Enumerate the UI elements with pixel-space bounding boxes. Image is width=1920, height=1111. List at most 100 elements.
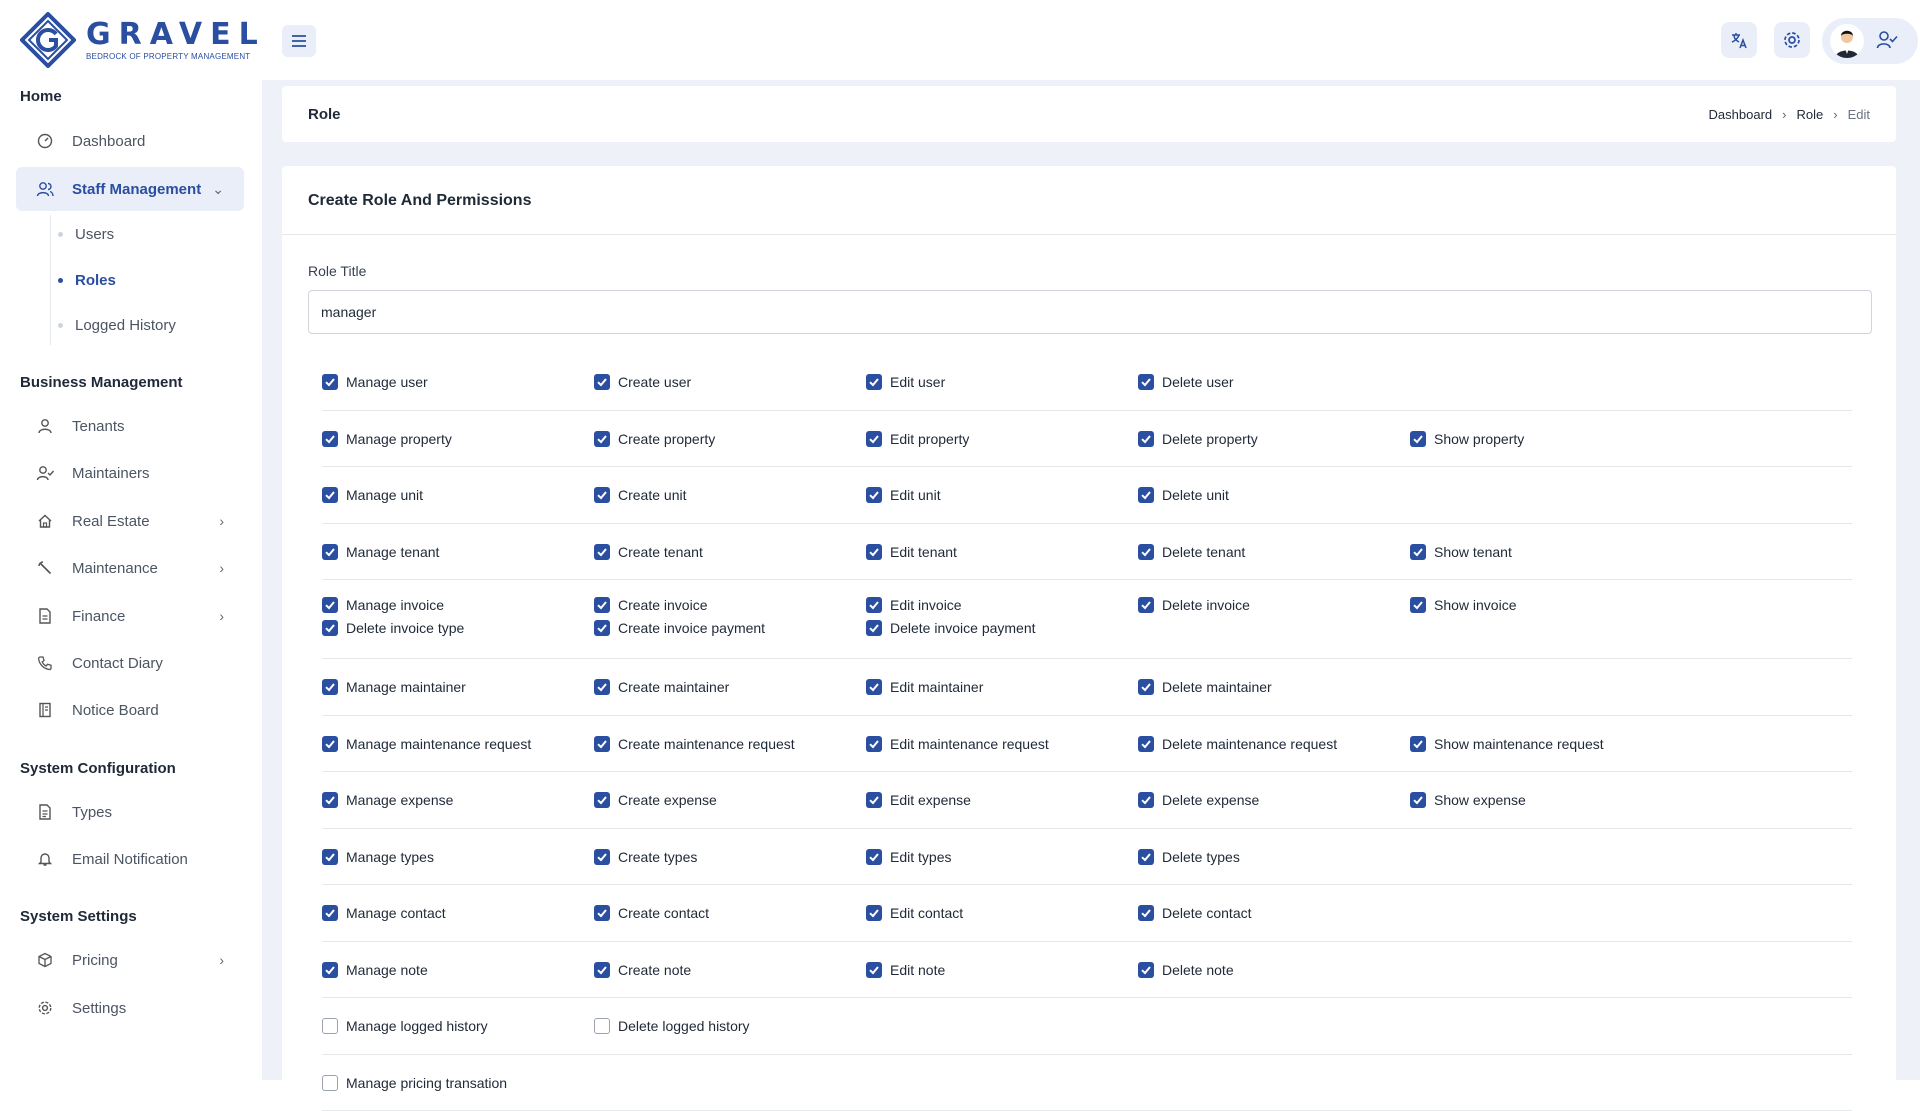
nav-maintenance[interactable]: Maintenance › — [16, 546, 244, 590]
permission-label: Delete invoice type — [346, 620, 464, 636]
permission-label: Delete types — [1162, 849, 1240, 865]
permission-checkbox[interactable]: Edit maintainer — [866, 679, 983, 695]
permission-checkbox[interactable]: Manage logged history — [322, 1018, 488, 1034]
nav-types[interactable]: Types — [16, 790, 244, 834]
nav-pricing[interactable]: Pricing › — [16, 938, 244, 982]
permission-checkbox[interactable]: Create expense — [594, 792, 717, 808]
permission-label: Delete unit — [1162, 487, 1229, 503]
breadcrumb-role[interactable]: Role — [1797, 107, 1824, 122]
nav-dashboard[interactable]: Dashboard — [16, 119, 244, 163]
permission-checkbox[interactable]: Show expense — [1410, 792, 1526, 808]
permission-checkbox[interactable]: Show tenant — [1410, 544, 1512, 560]
checkbox-checked-icon — [322, 962, 338, 978]
permission-checkbox[interactable]: Create maintenance request — [594, 736, 795, 752]
permission-checkbox[interactable]: Create tenant — [594, 544, 703, 560]
permission-checkbox[interactable]: Create note — [594, 962, 691, 978]
nav-email-notification[interactable]: Email Notification — [16, 837, 244, 881]
permission-checkbox[interactable]: Manage pricing transation — [322, 1075, 507, 1091]
permission-checkbox[interactable]: Create invoice payment — [594, 620, 765, 636]
permission-checkbox[interactable]: Create property — [594, 431, 715, 447]
bullet-icon — [58, 278, 63, 283]
nav-label: Notice Board — [72, 702, 159, 719]
nav-label: Pricing — [72, 952, 118, 969]
permission-checkbox[interactable]: Delete tenant — [1138, 544, 1245, 560]
permission-checkbox[interactable]: Edit invoice — [866, 597, 962, 613]
nav-notice-board[interactable]: Notice Board — [16, 688, 244, 732]
nav-roles[interactable]: Roles — [58, 272, 116, 289]
notebook-icon — [36, 701, 54, 719]
permission-label: Delete maintainer — [1162, 679, 1272, 695]
permission-checkbox[interactable]: Show property — [1410, 431, 1524, 447]
permission-checkbox[interactable]: Create invoice — [594, 597, 708, 613]
permission-label: Edit tenant — [890, 544, 957, 560]
permission-checkbox[interactable]: Delete contact — [1138, 905, 1252, 921]
permission-checkbox[interactable]: Delete invoice payment — [866, 620, 1036, 636]
section-business: Business Management — [20, 374, 183, 391]
permission-checkbox[interactable]: Edit maintenance request — [866, 736, 1049, 752]
permission-checkbox[interactable]: Delete expense — [1138, 792, 1259, 808]
permission-checkbox[interactable]: Delete unit — [1138, 487, 1229, 503]
settings-button[interactable] — [1774, 22, 1810, 58]
permission-checkbox[interactable]: Delete note — [1138, 962, 1234, 978]
permission-checkbox[interactable]: Manage unit — [322, 487, 423, 503]
permission-checkbox[interactable]: Delete maintenance request — [1138, 736, 1337, 752]
permission-checkbox[interactable]: Edit user — [866, 374, 945, 390]
permission-checkbox[interactable]: Manage expense — [322, 792, 453, 808]
permission-checkbox[interactable]: Delete invoice type — [322, 620, 464, 636]
nav-contact-diary[interactable]: Contact Diary — [16, 641, 244, 685]
permission-checkbox[interactable]: Edit types — [866, 849, 951, 865]
permission-checkbox[interactable]: Edit contact — [866, 905, 963, 921]
menu-toggle-button[interactable] — [282, 25, 316, 57]
permission-label: Edit invoice — [890, 597, 962, 613]
checkbox-checked-icon — [866, 962, 882, 978]
permission-checkbox[interactable]: Delete user — [1138, 374, 1234, 390]
nav-settings[interactable]: Settings — [16, 986, 244, 1030]
permission-checkbox[interactable]: Edit tenant — [866, 544, 957, 560]
permission-checkbox[interactable]: Manage tenant — [322, 544, 439, 560]
divider — [282, 234, 1896, 235]
permission-checkbox[interactable]: Edit expense — [866, 792, 971, 808]
file-text-icon — [36, 803, 54, 821]
permission-checkbox[interactable]: Manage invoice — [322, 597, 444, 613]
permission-checkbox[interactable]: Delete maintainer — [1138, 679, 1272, 695]
permission-checkbox[interactable]: Delete property — [1138, 431, 1258, 447]
submenu-line — [50, 215, 51, 345]
permission-checkbox[interactable]: Show invoice — [1410, 597, 1517, 613]
role-title-input[interactable] — [308, 290, 1872, 334]
permission-checkbox[interactable]: Manage property — [322, 431, 452, 447]
permission-checkbox[interactable]: Manage maintainer — [322, 679, 466, 695]
permission-checkbox[interactable]: Show maintenance request — [1410, 736, 1604, 752]
permission-checkbox[interactable]: Manage note — [322, 962, 428, 978]
avatar — [1830, 24, 1864, 58]
permission-checkbox[interactable]: Manage contact — [322, 905, 446, 921]
nav-finance[interactable]: Finance › — [16, 594, 244, 638]
permission-checkbox[interactable]: Edit unit — [866, 487, 941, 503]
permission-checkbox[interactable]: Manage maintenance request — [322, 736, 531, 752]
permission-label: Create types — [618, 849, 697, 865]
permission-checkbox[interactable]: Delete invoice — [1138, 597, 1250, 613]
permission-checkbox[interactable]: Manage user — [322, 374, 428, 390]
permission-checkbox[interactable]: Create maintainer — [594, 679, 729, 695]
breadcrumb-dashboard[interactable]: Dashboard — [1709, 107, 1773, 122]
user-menu[interactable] — [1822, 18, 1918, 64]
nav-real-estate[interactable]: Real Estate › — [16, 499, 244, 543]
nav-staff-management[interactable]: Staff Management ⌄ — [16, 167, 244, 211]
nav-tenants[interactable]: Tenants — [16, 404, 244, 448]
nav-maintainers[interactable]: Maintainers — [16, 451, 244, 495]
permission-checkbox[interactable]: Create contact — [594, 905, 709, 921]
permission-checkbox[interactable]: Create user — [594, 374, 691, 390]
nav-logged-history[interactable]: Logged History — [58, 317, 176, 334]
permission-checkbox[interactable]: Edit note — [866, 962, 945, 978]
brand-logo[interactable]: GRAVEL BEDROCK OF PROPERTY MANAGEMENT — [20, 12, 266, 68]
language-button[interactable] — [1721, 22, 1757, 58]
permission-checkbox[interactable]: Create types — [594, 849, 697, 865]
permission-checkbox[interactable]: Edit property — [866, 431, 969, 447]
nav-users[interactable]: Users — [58, 226, 114, 243]
permission-label: Manage user — [346, 374, 428, 390]
permission-checkbox[interactable]: Delete types — [1138, 849, 1240, 865]
permission-checkbox[interactable]: Create unit — [594, 487, 686, 503]
permission-label: Manage pricing transation — [346, 1075, 507, 1091]
permission-checkbox[interactable]: Delete logged history — [594, 1018, 750, 1034]
page-title: Role — [308, 106, 341, 123]
permission-checkbox[interactable]: Manage types — [322, 849, 434, 865]
